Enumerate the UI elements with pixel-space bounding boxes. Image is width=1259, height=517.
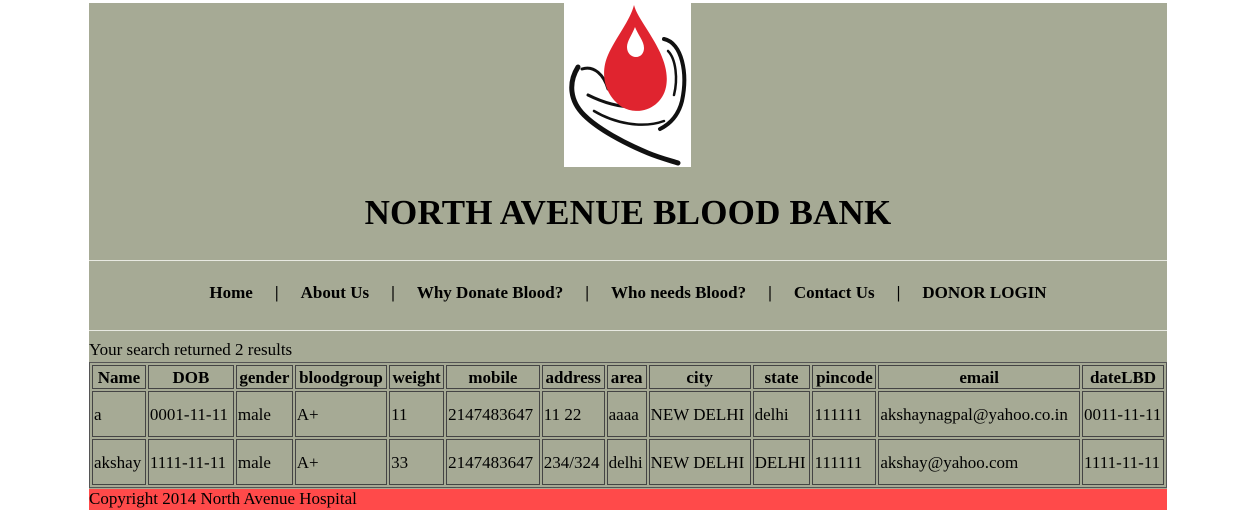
nav-separator: | <box>585 283 590 302</box>
table-cell: aaaa <box>606 391 647 437</box>
table-cell: 111111 <box>812 439 877 485</box>
nav-why-donate-link[interactable]: Why Donate Blood? <box>417 283 563 302</box>
table-cell: akshay <box>92 439 146 485</box>
table-cell: 2147483647 <box>446 439 540 485</box>
table-cell: akshay@yahoo.com <box>878 439 1080 485</box>
table-cell: 11 <box>389 391 445 437</box>
nav-contact-us-link[interactable]: Contact Us <box>794 283 875 302</box>
copyright-text: Copyright 2014 North Avenue Hospital <box>89 489 357 508</box>
column-header: weight <box>389 365 445 389</box>
nav-about-us-link[interactable]: About Us <box>301 283 370 302</box>
table-cell: A+ <box>294 439 388 485</box>
table-cell: 33 <box>389 439 445 485</box>
table-cell: 0001-11-11 <box>147 391 234 437</box>
table-cell: NEW DELHI <box>648 391 751 437</box>
nav-donor-login-link[interactable]: DONOR LOGIN <box>922 283 1046 302</box>
nav-separator: | <box>391 283 395 302</box>
column-header: pincode <box>812 365 877 389</box>
table-row: akshay 1111-11-11 male A+ 33 2147483647 … <box>92 439 1164 485</box>
column-header: bloodgroup <box>294 365 388 389</box>
main-nav: Home | About Us | Why Donate Blood? | Who need… <box>89 283 1167 303</box>
table-cell: akshaynagpal@yahoo.co.in <box>878 391 1080 437</box>
table-row: a 0001-11-11 male A+ 11 2147483647 11 22… <box>92 391 1164 437</box>
blood-drop-hand-icon <box>569 5 687 166</box>
nav-separator: | <box>274 283 279 302</box>
nav-who-needs-link[interactable]: Who needs Blood? <box>611 283 746 302</box>
column-header: city <box>648 365 751 389</box>
column-header: dateLBD <box>1082 365 1164 389</box>
column-header: state <box>752 365 811 389</box>
column-header: gender <box>235 365 293 389</box>
search-result-count: Your search returned 2 results <box>89 340 293 359</box>
table-cell: 0011-11-11 <box>1082 391 1164 437</box>
page-container: NORTH AVENUE BLOOD BANK Home | About Us | Wh… <box>89 3 1167 510</box>
table-cell: delhi <box>752 391 811 437</box>
page-title: NORTH AVENUE BLOOD BANK <box>364 193 892 232</box>
column-header: address <box>541 365 605 389</box>
table-cell: DELHI <box>752 439 811 485</box>
footer: Copyright 2014 North Avenue Hospital <box>89 489 1167 510</box>
table-cell: male <box>235 391 293 437</box>
column-header: area <box>606 365 647 389</box>
divider <box>89 330 1167 331</box>
table-cell: a <box>92 391 146 437</box>
nav-separator: | <box>768 283 772 302</box>
table-cell: 234/324 <box>541 439 605 485</box>
table-cell: NEW DELHI <box>648 439 751 485</box>
table-cell: 111111 <box>812 391 877 437</box>
nav-home-link[interactable]: Home <box>209 283 252 302</box>
divider <box>89 260 1167 261</box>
logo <box>564 3 691 167</box>
table-cell: 2147483647 <box>446 391 540 437</box>
column-header: DOB <box>147 365 234 389</box>
table-cell: 1111-11-11 <box>1082 439 1164 485</box>
table-cell: A+ <box>294 391 388 437</box>
table-header-row: Name DOB gender bloodgroup weight mobile… <box>92 365 1164 389</box>
donor-results-table: Name DOB gender bloodgroup weight mobile… <box>89 362 1167 488</box>
column-header: email <box>878 365 1080 389</box>
column-header: mobile <box>446 365 540 389</box>
table-cell: 11 22 <box>541 391 605 437</box>
column-header: Name <box>92 365 146 389</box>
table-cell: male <box>235 439 293 485</box>
table-cell: delhi <box>606 439 647 485</box>
table-cell: 1111-11-11 <box>147 439 234 485</box>
nav-separator: | <box>896 283 901 302</box>
